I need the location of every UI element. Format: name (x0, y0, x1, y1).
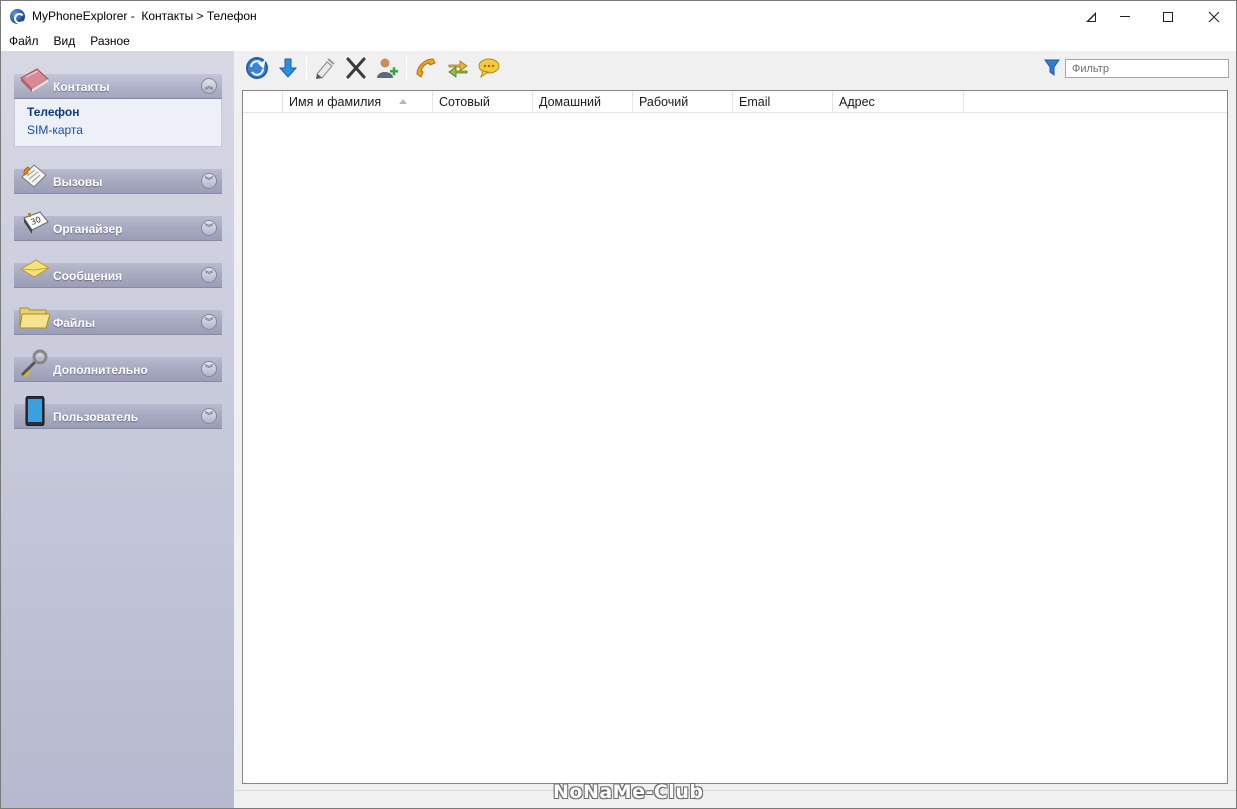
column-header-home[interactable]: Домашний (533, 91, 633, 113)
contacts-list[interactable]: Имя и фамилия Сотовый Домашний Рабочий E… (242, 90, 1228, 784)
status-bar (235, 790, 1236, 808)
sidebar-header-calls[interactable]: Вызовы ︾ (14, 164, 222, 194)
sidebar-header-organizer[interactable]: 30 Органайзер ︾ (14, 211, 222, 241)
download-icon (278, 58, 298, 78)
add-contact-button[interactable] (374, 55, 400, 81)
menu-file[interactable]: Файл (1, 32, 46, 51)
sort-ascending-icon (399, 99, 407, 104)
column-header-home-label: Домашний (539, 95, 601, 109)
window-title: MyPhoneExplorer - Контакты > Телефон (32, 9, 257, 23)
sync-icon (448, 60, 468, 78)
sidebar-section-calls: Вызовы ︾ (14, 164, 222, 194)
delete-button[interactable] (343, 55, 369, 81)
maximize-icon (1163, 11, 1173, 22)
add-contact-icon (377, 58, 398, 78)
close-button[interactable] (1191, 1, 1237, 32)
sidebar-section-user: Пользователь ︾ (14, 396, 222, 429)
menu-view[interactable]: Вид (46, 32, 83, 51)
sidebar-header-extras[interactable]: Дополнительно ︾ (14, 349, 222, 382)
refresh-icon (246, 57, 268, 79)
sidebar: Контакты ︽ Телефон SIM-карта Вызовы ︾ 30… (1, 51, 234, 808)
filter-input[interactable] (1065, 59, 1229, 78)
column-header-email-label: Email (739, 95, 771, 109)
sidebar-header-messages[interactable]: Сообщения ︾ (14, 259, 222, 288)
menu-bar: Файл Вид Разное (1, 32, 1236, 51)
column-header-name-label: Имя и фамилия (289, 95, 382, 109)
contacts-book-icon (20, 68, 49, 92)
delete-icon (346, 57, 366, 79)
sidebar-header-user[interactable]: Пользователь ︾ (14, 396, 222, 429)
column-header-email[interactable]: Email (733, 91, 833, 113)
sidebar-header-files[interactable]: Файлы ︾ (14, 307, 222, 335)
sidebar-label-extras: Дополнительно (53, 363, 148, 377)
calls-icon (21, 164, 47, 188)
sidebar-label-contacts: Контакты (53, 80, 110, 94)
column-header-work-label: Рабочий (639, 95, 689, 109)
maximize-button[interactable] (1145, 1, 1191, 32)
chevron-down-icon[interactable]: ︾ (201, 220, 217, 236)
close-icon (1208, 11, 1220, 22)
column-header-mobile-label: Сотовый (439, 95, 490, 109)
organizer-calendar-icon: 30 (23, 211, 49, 234)
title-bar: MyPhoneExplorer - Контакты > Телефон (1, 1, 1236, 32)
watermark: NoNaMe-Club (553, 781, 704, 803)
download-button[interactable] (275, 55, 301, 81)
sidebar-item-sim-card[interactable]: SIM-карта (27, 121, 221, 139)
column-header-icon[interactable] (243, 91, 283, 113)
sync-button[interactable] (445, 55, 471, 81)
minimize-icon (1120, 16, 1130, 17)
column-header-work[interactable]: Рабочий (633, 91, 733, 113)
chevron-down-icon[interactable]: ︾ (201, 267, 217, 283)
edit-button[interactable] (312, 55, 338, 81)
column-header-address-label: Адрес (839, 95, 875, 109)
list-header: Имя и фамилия Сотовый Домашний Рабочий E… (243, 91, 1227, 113)
sidebar-contacts-body: Телефон SIM-карта (14, 99, 222, 147)
sidebar-item-phone[interactable]: Телефон (27, 103, 221, 121)
sidebar-section-extras: Дополнительно ︾ (14, 349, 222, 382)
chevron-down-icon[interactable]: ︾ (201, 361, 217, 377)
filter-icon[interactable] (1044, 59, 1060, 77)
sidebar-header-contacts[interactable]: Контакты ︽ (14, 68, 222, 99)
sidebar-label-user: Пользователь (53, 410, 139, 424)
sidebar-section-contacts: Контакты ︽ Телефон SIM-карта (14, 68, 222, 147)
sms-icon (478, 58, 500, 79)
column-header-name[interactable]: Имя и фамилия (283, 91, 433, 113)
phone-device-icon (25, 396, 45, 426)
sidebar-section-files: Файлы ︾ (14, 307, 222, 335)
sidebar-label-messages: Сообщения (53, 269, 123, 283)
app-window: MyPhoneExplorer - Контакты > Телефон Фай… (0, 0, 1237, 809)
sidebar-section-messages: Сообщения ︾ (14, 259, 222, 288)
chevron-down-icon[interactable]: ︾ (201, 314, 217, 330)
call-button[interactable] (413, 55, 439, 81)
tools-icon (20, 349, 48, 379)
menu-misc[interactable]: Разное (82, 32, 137, 51)
chevron-down-icon[interactable]: ︾ (201, 408, 217, 424)
folder-icon (19, 307, 50, 329)
sidebar-label-files: Файлы (53, 316, 96, 330)
edit-icon (316, 58, 335, 79)
toolbar-separator (406, 57, 407, 79)
sidebar-label-organizer: Органайзер (53, 222, 123, 236)
sms-button[interactable] (476, 55, 502, 81)
sidebar-section-organizer: 30 Органайзер ︾ (14, 211, 222, 241)
chevron-down-icon[interactable]: ︾ (201, 173, 217, 189)
call-icon (416, 58, 436, 78)
chevron-up-icon[interactable]: ︽ (201, 78, 217, 94)
toolbar-separator (306, 57, 307, 79)
minimize-button[interactable] (1102, 1, 1148, 32)
app-logo-icon (10, 9, 25, 24)
sidebar-label-calls: Вызовы (53, 175, 103, 189)
refresh-button[interactable] (244, 55, 270, 81)
column-header-mobile[interactable]: Сотовый (433, 91, 533, 113)
envelope-icon (20, 259, 50, 278)
column-header-address[interactable]: Адрес (833, 91, 964, 113)
